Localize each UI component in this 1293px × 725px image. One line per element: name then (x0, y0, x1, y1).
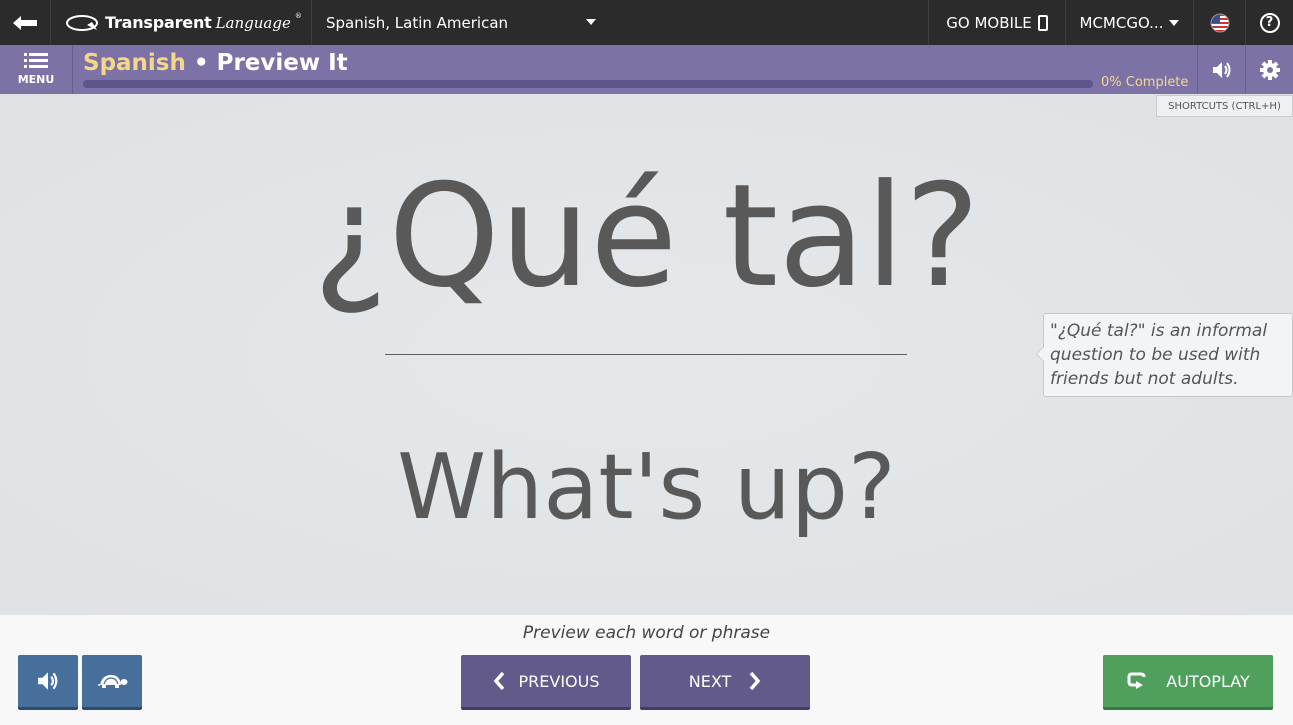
user-name: MCMCGO... (1079, 13, 1164, 32)
chevron-right-icon (749, 671, 761, 691)
logo-text-italic: Language (215, 13, 291, 32)
logo-text-bold: Transparent (105, 13, 212, 32)
menu-button[interactable]: MENU (0, 45, 73, 94)
autoplay-button[interactable]: AUTOPLAY (1103, 655, 1273, 710)
translation-text[interactable]: What's up? (0, 434, 1293, 542)
autoplay-loop-icon (1127, 672, 1146, 689)
language-selector[interactable]: Spanish, Latin American (312, 0, 608, 45)
menu-list-icon (24, 53, 48, 69)
chevron-down-icon (586, 19, 596, 25)
speaker-icon (1212, 61, 1230, 78)
locale-flag-button[interactable] (1194, 0, 1246, 45)
footer-controls: Preview each word or phrase PREVIOUS NEX… (0, 615, 1293, 725)
next-label: NEXT (688, 671, 732, 691)
gear-icon (1259, 59, 1280, 80)
chevron-down-icon (1169, 19, 1180, 26)
language-selector-label: Spanish, Latin American (326, 13, 509, 32)
next-button[interactable]: NEXT (640, 655, 810, 710)
shortcuts-hint[interactable]: SHORTCUTS (CTRL+H) (1156, 95, 1293, 117)
settings-button[interactable] (1245, 45, 1293, 94)
progress-label: 0% Complete (1101, 75, 1189, 90)
title-language: Spanish (83, 50, 186, 76)
logo-registered-mark: ® (294, 12, 302, 20)
menu-label: MENU (17, 73, 55, 86)
audio-toggle-button[interactable] (1197, 45, 1245, 94)
turtle-icon (97, 675, 128, 688)
page-title: Spanish • Preview It (83, 50, 348, 76)
logo-swirl-icon (66, 14, 98, 31)
speaker-icon (38, 672, 58, 690)
back-arrow-icon (13, 15, 37, 30)
chevron-left-icon (493, 671, 504, 691)
previous-button[interactable]: PREVIOUS (461, 655, 631, 710)
previous-label: PREVIOUS (518, 671, 600, 691)
user-menu[interactable]: MCMCGO... (1066, 0, 1194, 45)
go-mobile-label: GO MOBILE (946, 13, 1032, 32)
slow-audio-button[interactable] (82, 655, 142, 710)
preview-card: ¿Qué tal? What's up? "¿Qué tal?" is an i… (0, 94, 1293, 615)
instruction-text: Preview each word or phrase (522, 623, 771, 643)
title-separator: • (185, 50, 217, 76)
usage-note-tooltip: "¿Qué tal?" is an informal question to b… (1036, 313, 1293, 397)
title-activity: Preview It (216, 50, 348, 76)
go-mobile-button[interactable]: GO MOBILE (928, 0, 1066, 45)
help-button[interactable]: ? (1246, 0, 1293, 45)
help-icon: ? (1259, 12, 1280, 33)
card-divider (385, 354, 907, 355)
brand-logo[interactable]: Transparent Language ® (51, 0, 312, 45)
us-flag-icon (1210, 13, 1229, 32)
target-word[interactable]: ¿Qué tal? (0, 152, 1293, 322)
phone-icon (1037, 14, 1048, 31)
lesson-header: MENU Spanish • Preview It 0% Complete (0, 45, 1293, 94)
autoplay-label: AUTOPLAY (1166, 671, 1250, 691)
progress-bar (83, 80, 1093, 88)
back-button[interactable] (0, 0, 51, 45)
play-audio-button[interactable] (18, 655, 78, 710)
top-bar: Transparent Language ® Spanish, Latin Am… (0, 0, 1293, 45)
